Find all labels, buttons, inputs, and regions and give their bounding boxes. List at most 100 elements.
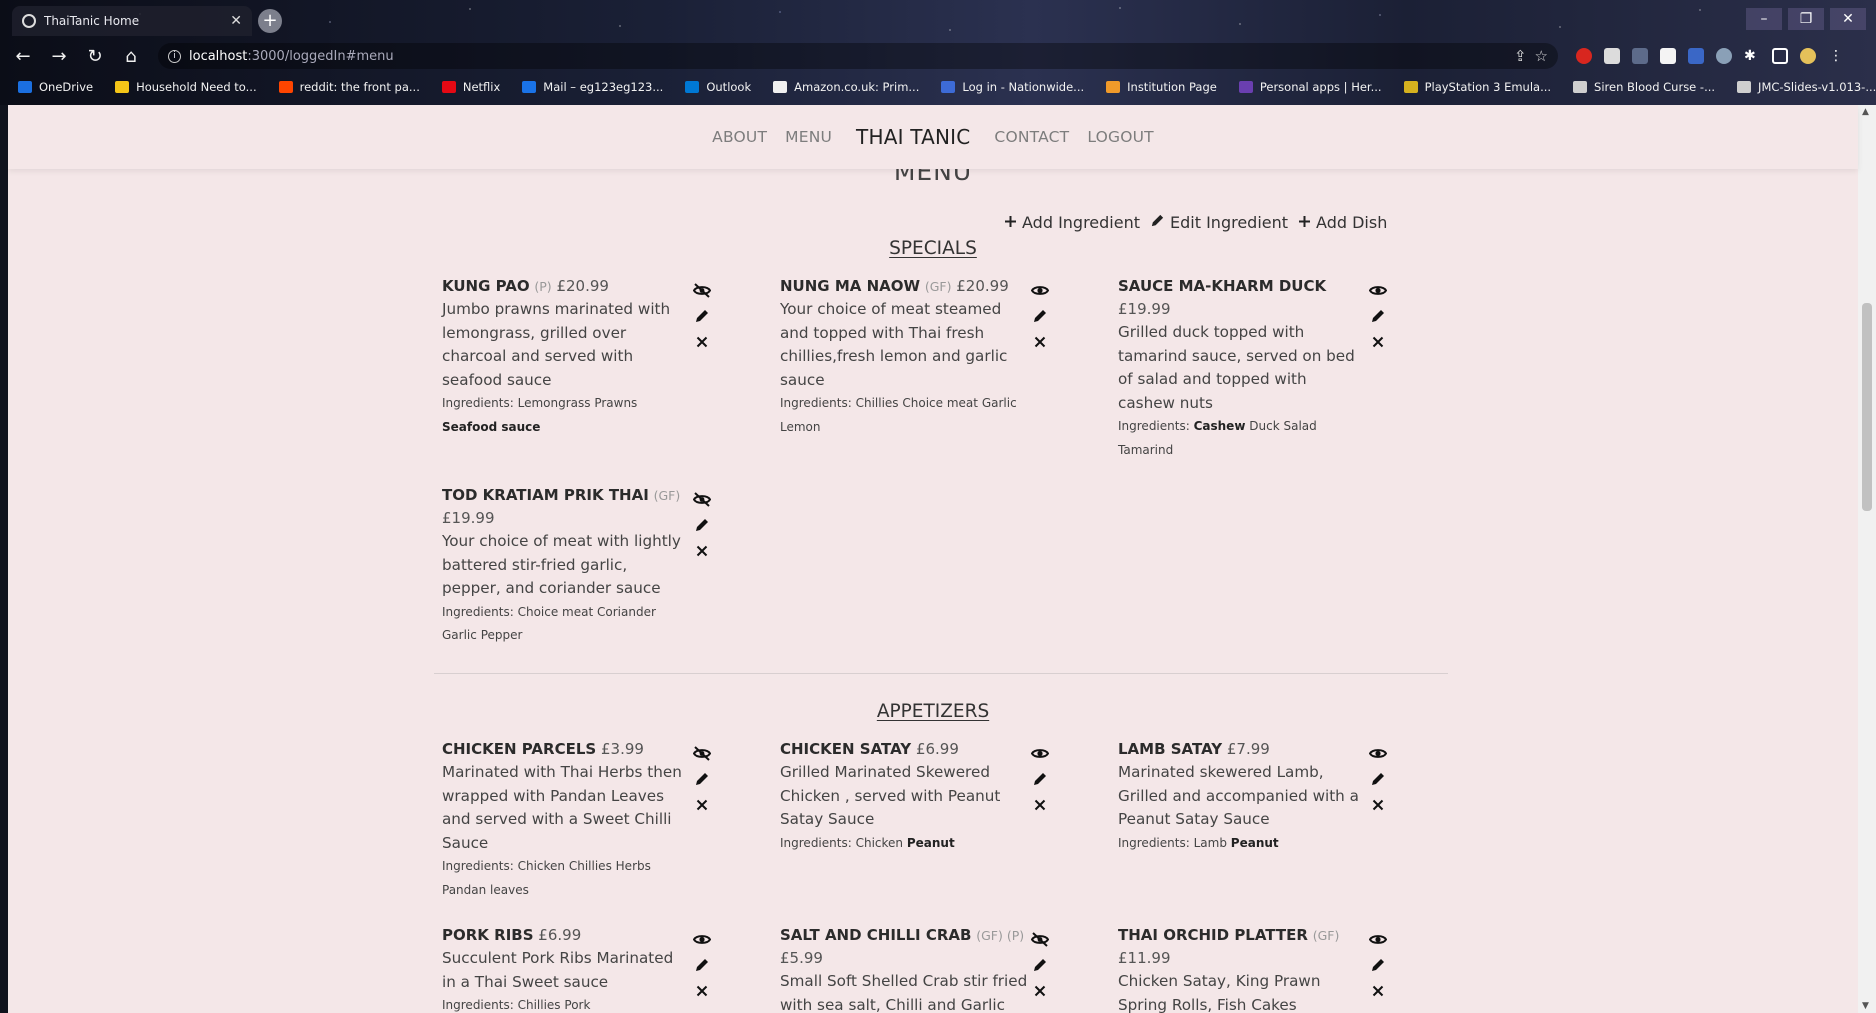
close-icon[interactable] xyxy=(1368,982,1388,1000)
scrollbar-thumb[interactable] xyxy=(1862,303,1872,511)
close-icon[interactable] xyxy=(1030,796,1050,814)
dish-header: CHICKEN SATAY £6.99 xyxy=(780,738,1028,761)
pencil-icon[interactable] xyxy=(1368,307,1388,325)
ingredient: Lemongrass xyxy=(517,396,591,410)
address-bar[interactable]: i localhost:3000/loggedIn#menu ⇪ ☆ xyxy=(158,43,1558,69)
add-ingredient-button[interactable]: Add Ingredient xyxy=(1004,213,1140,232)
ingredients-label: Ingredients: xyxy=(442,604,514,619)
pencil-icon[interactable] xyxy=(1368,956,1388,974)
ingredient: Duck xyxy=(1249,419,1280,433)
back-arrow-icon[interactable]: ← xyxy=(14,46,32,67)
bookmark-label: Institution Page xyxy=(1127,80,1217,94)
reload-icon[interactable]: ↻ xyxy=(86,46,104,67)
home-icon[interactable]: ⌂ xyxy=(122,46,140,67)
close-icon[interactable] xyxy=(1030,333,1050,351)
pencil-icon[interactable] xyxy=(692,956,712,974)
bookmark-favicon-icon xyxy=(941,81,956,93)
admin-actions: Add Ingredient Edit Ingredient Add Dish xyxy=(1004,213,1387,232)
page-viewport: ABOUT MENU THAI TANIC CONTACT LOGOUT MEN… xyxy=(8,105,1876,1013)
bookmark-item[interactable]: Personal apps | Her... xyxy=(1238,80,1382,94)
nav-about[interactable]: ABOUT xyxy=(712,128,767,146)
dish-header: THAI ORCHID PLATTER (GF) £11.99 xyxy=(1118,924,1366,970)
pencil-icon[interactable] xyxy=(692,516,712,534)
pencil-icon[interactable] xyxy=(692,770,712,788)
bookmark-label: Household Need to... xyxy=(136,80,257,94)
dish-description: Your choice of meat with lightly battere… xyxy=(442,532,681,597)
restore-icon[interactable]: ❐ xyxy=(1788,8,1824,30)
new-tab-button[interactable]: + xyxy=(258,9,282,33)
adblock-extension-icon[interactable] xyxy=(1576,48,1592,64)
bookmark-item[interactable]: OneDrive xyxy=(18,80,93,94)
close-icon[interactable] xyxy=(1368,796,1388,814)
extension-icon[interactable] xyxy=(1604,48,1620,64)
bookmark-item[interactable]: Amazon.co.uk: Prim... xyxy=(773,80,919,94)
nav-contact[interactable]: CONTACT xyxy=(994,128,1069,146)
close-icon[interactable] xyxy=(1030,982,1050,1000)
pencil-icon[interactable] xyxy=(1368,770,1388,788)
ingredient: Lamb xyxy=(1193,835,1227,850)
bookmark-favicon-icon xyxy=(773,81,788,93)
bookmark-item[interactable]: PlayStation 3 Emula... xyxy=(1403,80,1551,94)
close-icon[interactable] xyxy=(692,796,712,814)
add-dish-button[interactable]: Add Dish xyxy=(1298,213,1387,232)
bookmark-favicon-icon xyxy=(522,81,537,93)
scroll-up-arrow-icon[interactable]: ▲ xyxy=(1862,107,1869,117)
profile-avatar[interactable] xyxy=(1800,48,1816,64)
bookmark-item[interactable]: Household Need to... xyxy=(115,80,257,94)
bookmark-item[interactable]: Siren Blood Curse -... xyxy=(1573,80,1715,94)
allergen-ingredient: Peanut xyxy=(1230,835,1279,850)
w-extension-icon[interactable] xyxy=(1660,48,1676,64)
nav-menu[interactable]: MENU xyxy=(785,128,832,146)
eye-slash-icon[interactable] xyxy=(692,490,712,508)
pencil-icon[interactable] xyxy=(692,307,712,325)
pencil-icon[interactable] xyxy=(1030,307,1050,325)
eye-icon[interactable] xyxy=(1368,744,1388,762)
close-tab-icon[interactable]: ✕ xyxy=(230,13,242,29)
scroll-down-arrow-icon[interactable]: ▼ xyxy=(1862,1001,1869,1011)
bookmark-item[interactable]: Log in - Nationwide... xyxy=(941,80,1084,94)
nav-brand[interactable]: THAI TANIC xyxy=(856,125,970,149)
terminal-extension-icon[interactable] xyxy=(1632,48,1648,64)
puzzle-extensions-icon[interactable]: ✱ xyxy=(1744,48,1760,64)
site-info-icon[interactable]: i xyxy=(168,49,181,63)
eye-slash-icon[interactable] xyxy=(692,744,712,762)
vpn-extension-icon[interactable] xyxy=(1716,48,1732,64)
close-icon[interactable] xyxy=(1368,333,1388,351)
forward-arrow-icon[interactable]: → xyxy=(50,46,68,67)
bookmark-item[interactable]: Mail – eg123eg123... xyxy=(522,80,663,94)
bookmark-item[interactable]: Netflix xyxy=(441,80,500,94)
share-icon[interactable]: ⇪ xyxy=(1514,47,1527,65)
bookmark-label: reddit: the front pa... xyxy=(299,80,420,94)
page-scrollbar[interactable]: ▲ ▼ xyxy=(1858,105,1876,1013)
reader-extension-icon[interactable] xyxy=(1688,48,1704,64)
close-icon[interactable] xyxy=(692,982,712,1000)
eye-slash-icon[interactable] xyxy=(1030,930,1050,948)
eye-slash-icon[interactable] xyxy=(692,281,712,299)
pencil-icon[interactable] xyxy=(1030,770,1050,788)
side-panel-icon[interactable] xyxy=(1772,48,1788,64)
bookmark-item[interactable]: Institution Page xyxy=(1106,80,1217,94)
bookmark-star-icon[interactable]: ☆ xyxy=(1535,47,1548,65)
eye-icon[interactable] xyxy=(1030,281,1050,299)
eye-icon[interactable] xyxy=(692,930,712,948)
minimize-icon[interactable]: – xyxy=(1746,8,1782,30)
bookmark-item[interactable]: reddit: the front pa... xyxy=(278,80,420,94)
eye-icon[interactable] xyxy=(1368,281,1388,299)
browser-menu-icon[interactable]: ⋮ xyxy=(1828,48,1844,64)
browser-tab[interactable]: ThaiTanic Home ✕ xyxy=(12,6,252,36)
close-window-icon[interactable]: ✕ xyxy=(1830,8,1866,30)
bookmark-item[interactable]: JMC-Slides-v1.013-... xyxy=(1737,80,1876,94)
close-icon[interactable] xyxy=(692,542,712,560)
eye-icon[interactable] xyxy=(1030,744,1050,762)
dish-ingredients: Ingredients: Chillies Choice meat Garlic… xyxy=(780,392,1028,439)
bookmark-item[interactable]: Outlook xyxy=(685,80,751,94)
eye-icon[interactable] xyxy=(1368,930,1388,948)
nav-logout[interactable]: LOGOUT xyxy=(1087,128,1154,146)
close-icon[interactable] xyxy=(692,333,712,351)
allergen-ingredient: Peanut xyxy=(906,835,955,850)
edit-ingredient-button[interactable]: Edit Ingredient xyxy=(1150,213,1288,232)
pencil-icon[interactable] xyxy=(1030,956,1050,974)
dish-name: SAUCE MA-KHARM DUCK xyxy=(1118,277,1327,295)
bookmark-label: Mail – eg123eg123... xyxy=(543,80,664,94)
dish-header: NUNG MA NAOW (GF) £20.99 xyxy=(780,275,1028,298)
